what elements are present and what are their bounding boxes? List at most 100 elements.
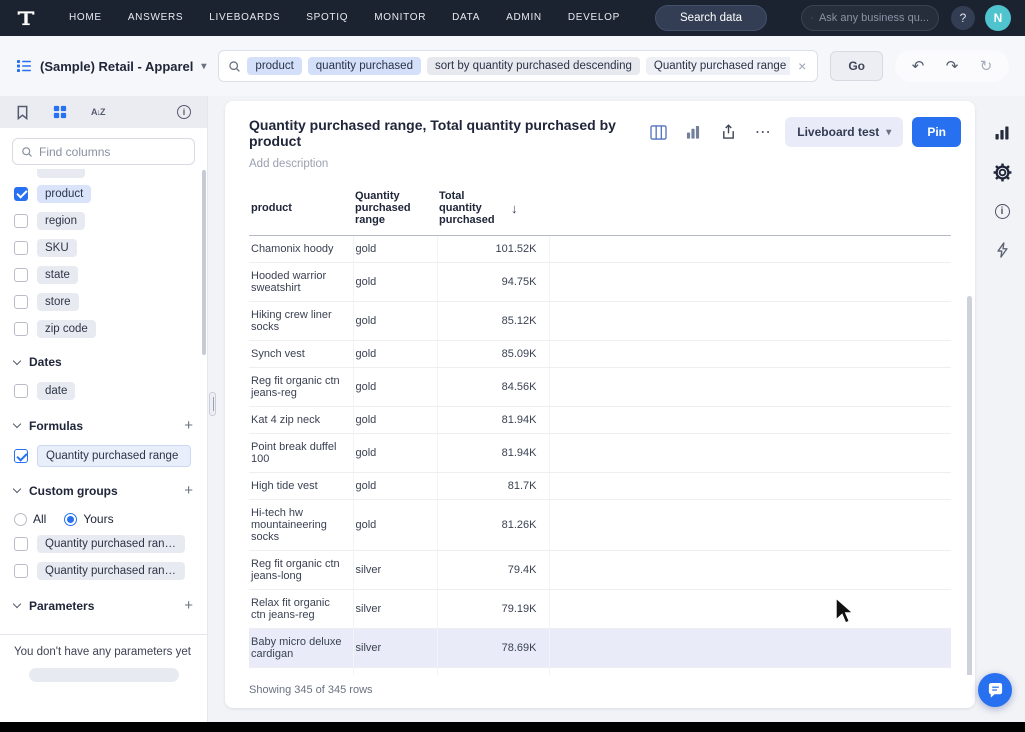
column-item[interactable]: product [14, 180, 207, 207]
spotiq-lightning-icon[interactable] [991, 239, 1013, 261]
custom-groups-section-header[interactable]: Custom groups + [0, 469, 207, 507]
cell-filler [549, 668, 951, 676]
formula-item[interactable]: Quantity purchased range [14, 445, 207, 467]
nav-item[interactable]: Develop [555, 0, 633, 36]
cell-range: silver [353, 668, 437, 676]
col-header-product[interactable]: product [249, 184, 353, 236]
help-button[interactable]: ? [951, 6, 975, 30]
add-formula-button[interactable]: + [184, 417, 193, 434]
cell-filler [549, 368, 951, 407]
checkbox[interactable] [14, 187, 28, 201]
search-query-input[interactable]: product quantity purchased sort by quantit… [218, 50, 818, 82]
table-row[interactable]: Hooded warrior sweatshirt gold 94.75K [249, 263, 951, 302]
go-button[interactable]: Go [830, 51, 883, 81]
main-area: Quantity purchased range, Total quantity… [208, 96, 979, 722]
cell-product: Baby micro deluxe cardigan [249, 629, 353, 668]
sidebar-scrollbar[interactable] [202, 170, 206, 355]
column-item[interactable]: store [14, 288, 207, 315]
bookmark-icon[interactable] [16, 105, 29, 120]
column-item[interactable]: SKU [14, 234, 207, 261]
table-row[interactable]: Hiking crew liner socks gold 85.12K [249, 302, 951, 341]
table-row[interactable]: Point break duffel 100 gold 81.94K [249, 434, 951, 473]
column-item-date[interactable]: date [14, 377, 207, 404]
nav-item[interactable]: Data [439, 0, 493, 36]
panel-resize-handle[interactable] [209, 392, 216, 416]
checkbox[interactable] [14, 241, 28, 255]
checkbox[interactable] [14, 449, 28, 463]
more-menu-icon[interactable]: ⋯ [750, 120, 776, 144]
liveboard-button-label: Liveboard test [797, 125, 879, 139]
checkbox[interactable] [14, 384, 28, 398]
share-icon[interactable] [715, 120, 741, 144]
search-token[interactable]: Quantity purchased range [646, 57, 790, 75]
checkbox[interactable] [14, 295, 28, 309]
add-parameter-button[interactable]: + [184, 597, 193, 614]
sort-desc-icon[interactable]: ↓ [511, 201, 518, 216]
table-row[interactable]: Relax fit organic ctn jeans-reg silver 7… [249, 590, 951, 629]
table-row[interactable]: Mozambique bra (a/b) silver 77.58K [249, 668, 951, 676]
add-custom-group-button[interactable]: + [184, 482, 193, 499]
chart-view-icon[interactable] [680, 120, 706, 144]
user-avatar[interactable]: N [985, 5, 1011, 31]
radio-yours[interactable]: Yours [64, 512, 113, 526]
custom-group-item[interactable]: Quantity purchased rang... [14, 557, 207, 584]
ask-question-input[interactable]: Ask any business qu... [801, 5, 939, 31]
table-view-icon[interactable] [645, 120, 671, 144]
gear-icon[interactable] [991, 161, 1013, 183]
checkbox[interactable] [14, 268, 28, 282]
nav-item[interactable]: Home [56, 0, 115, 36]
table-row[interactable]: Synch vest gold 85.09K [249, 341, 951, 368]
table-row[interactable]: Reg fit organic ctn jeans-long silver 79… [249, 551, 951, 590]
table-row[interactable]: Reg fit organic ctn jeans-reg gold 84.56… [249, 368, 951, 407]
bottom-edge [0, 722, 1025, 732]
refresh-icon[interactable]: ↻ [971, 57, 1001, 75]
info-icon[interactable]: i [177, 105, 191, 119]
table-row[interactable]: High tide vest gold 81.7K [249, 473, 951, 500]
custom-group-item[interactable]: Quantity purchased rang... [14, 530, 207, 557]
clear-search-icon[interactable]: × [796, 58, 808, 74]
data-source-selector[interactable]: (Sample) Retail - Apparel ▾ [16, 58, 206, 74]
table-row[interactable]: Chamonix hoody gold 101.52K [249, 236, 951, 263]
checkbox[interactable] [14, 537, 28, 551]
nav-item[interactable]: Liveboards [196, 0, 293, 36]
add-description-link[interactable]: Add description [249, 158, 645, 170]
redo-icon[interactable]: ↷ [937, 57, 967, 75]
column-item[interactable]: state [14, 261, 207, 288]
columns-grid-icon[interactable] [53, 105, 67, 119]
find-columns-search[interactable] [12, 138, 195, 165]
details-info-icon[interactable]: i [991, 200, 1013, 222]
dates-section-header[interactable]: Dates [0, 342, 207, 377]
search-token[interactable]: sort by quantity purchased descending [427, 57, 640, 75]
radio-all[interactable]: All [14, 512, 46, 526]
checkbox[interactable] [14, 322, 28, 336]
query-bar: (Sample) Retail - Apparel ▾ product quant… [0, 36, 1025, 96]
search-token[interactable]: product [247, 57, 301, 75]
chart-config-icon[interactable] [991, 122, 1013, 144]
nav-item[interactable]: Monitor [361, 0, 439, 36]
table-row[interactable]: Hi-tech hw mountaineering socks gold 81.… [249, 500, 951, 551]
search-data-button[interactable]: Search data [655, 5, 767, 31]
formulas-section-header[interactable]: Formulas + [0, 404, 207, 442]
nav-item[interactable]: Admin [493, 0, 555, 36]
nav-item[interactable]: Answers [115, 0, 196, 36]
az-sort-icon[interactable]: A↓Z [91, 107, 105, 117]
nav-item[interactable]: SpotIQ [293, 0, 361, 36]
table-scrollbar[interactable] [967, 296, 972, 675]
parameters-section-header[interactable]: Parameters + [0, 584, 207, 622]
checkbox[interactable] [14, 564, 28, 578]
table-row[interactable]: Kat 4 zip neck gold 81.94K [249, 407, 951, 434]
column-item[interactable]: region [14, 207, 207, 234]
table-row[interactable]: Baby micro deluxe cardigan silver 78.69K [249, 629, 951, 668]
support-chat-button[interactable] [978, 673, 1012, 707]
col-header-total[interactable]: Total quantity purchased ↓ [437, 184, 549, 236]
checkbox[interactable] [14, 214, 28, 228]
column-item[interactable]: zip code [14, 315, 207, 342]
thoughtspot-logo-icon[interactable] [14, 6, 38, 30]
find-columns-input[interactable] [39, 145, 186, 159]
cell-filler [549, 629, 951, 668]
search-token[interactable]: quantity purchased [308, 57, 421, 75]
liveboard-button[interactable]: Liveboard test ▾ [785, 117, 903, 147]
col-header-range[interactable]: Quantity purchased range [353, 184, 437, 236]
undo-icon[interactable]: ↶ [903, 57, 933, 75]
pin-button[interactable]: Pin [912, 117, 961, 147]
